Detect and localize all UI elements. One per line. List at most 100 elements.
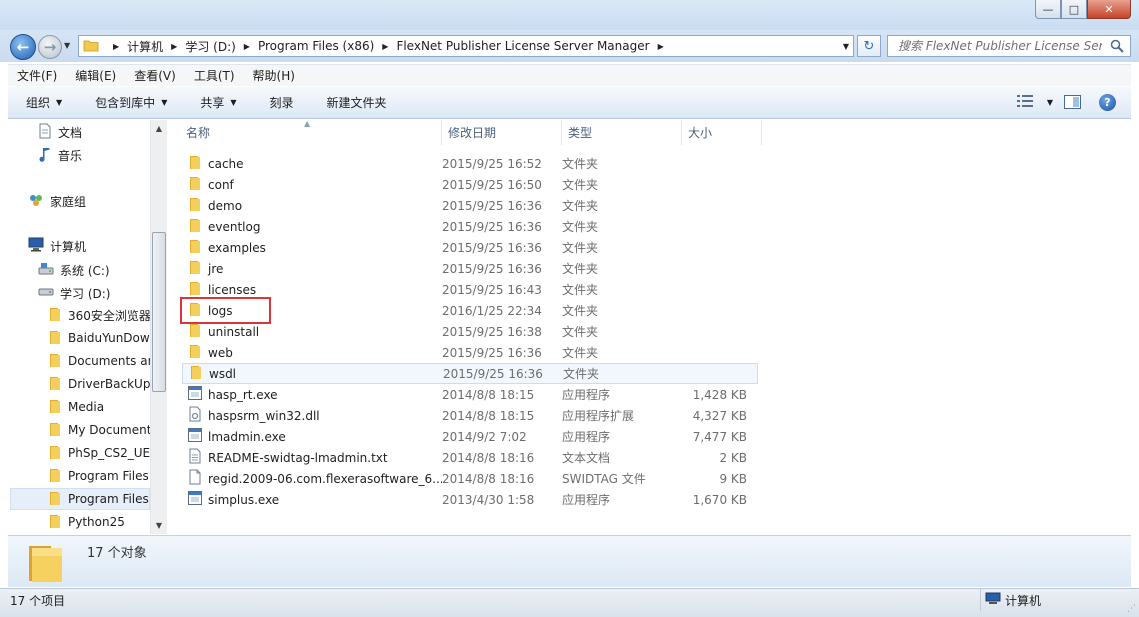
address-row: ← → ▼ ▶ 计算机 ▶ 学习 (D:) ▶ Program Files (x…: [0, 30, 1139, 62]
nav-item-label: BaiduYunDow: [68, 331, 150, 345]
nav-item-documents[interactable]: 文档: [38, 121, 166, 143]
text-file-icon: [188, 448, 202, 467]
nav-folder-item[interactable]: PhSp_CS2_UE_: [48, 442, 166, 464]
chevron-right-icon[interactable]: ▶: [244, 42, 250, 51]
nav-folder-item[interactable]: Documents ar: [48, 350, 166, 372]
file-type: 文件夹: [562, 241, 599, 255]
maximize-button[interactable]: □: [1061, 0, 1087, 19]
folder-icon: [48, 352, 62, 371]
file-row[interactable]: logs 2016/1/25 22:34 文件夹: [182, 300, 758, 321]
nav-item-label: 学习 (D:): [60, 286, 111, 301]
nav-folder-item[interactable]: Program Files: [48, 465, 166, 487]
file-row[interactable]: simplus.exe 2013/4/30 1:58 应用程序 1,670 KB: [182, 489, 758, 510]
scroll-down-icon[interactable]: ▼: [151, 517, 167, 534]
nav-item-homegroup[interactable]: 家庭组: [28, 190, 166, 212]
new-folder-button[interactable]: 新建文件夹: [309, 94, 402, 111]
file-row[interactable]: uninstall 2015/9/25 16:38 文件夹: [182, 321, 758, 342]
breadcrumb-item[interactable]: 学习 (D:): [185, 38, 235, 55]
scroll-up-icon[interactable]: ▲: [151, 120, 167, 137]
scrollbar-thumb[interactable]: [152, 232, 166, 392]
nav-folder-item[interactable]: BaiduYunDow: [48, 327, 166, 349]
file-row[interactable]: cache 2015/9/25 16:52 文件夹: [182, 153, 758, 174]
file-row[interactable]: licenses 2015/9/25 16:43 文件夹: [182, 279, 758, 300]
chevron-down-icon[interactable]: ▼: [1047, 98, 1053, 107]
chevron-right-icon[interactable]: ▶: [658, 42, 664, 51]
file-row[interactable]: README-swidtag-lmadmin.txt 2014/8/8 18:16…: [182, 447, 758, 468]
preview-pane-button[interactable]: [1064, 95, 1081, 112]
forward-button[interactable]: →: [38, 35, 62, 59]
column-header-type[interactable]: 类型: [562, 120, 682, 145]
file-row[interactable]: wsdl 2015/9/25 16:36 文件夹: [182, 363, 758, 384]
nav-item-label: Program Files: [68, 492, 149, 506]
file-row[interactable]: web 2015/9/25 16:36 文件夹: [182, 342, 758, 363]
nav-folder-item[interactable]: My Document: [48, 419, 166, 441]
search-box[interactable]: [887, 35, 1131, 57]
file-row[interactable]: conf 2015/9/25 16:50 文件夹: [182, 174, 758, 195]
view-options-button[interactable]: ▼: [1016, 95, 1053, 110]
nav-folder-item[interactable]: Python25: [48, 511, 166, 533]
menu-tools[interactable]: 工具(T): [185, 67, 244, 84]
recent-pages-dropdown-icon[interactable]: ▼: [64, 41, 70, 50]
breadcrumb-item[interactable]: FlexNet Publisher License Server Manager: [396, 39, 649, 53]
column-header-name[interactable]: 名称 ▲: [168, 119, 442, 145]
chevron-right-icon[interactable]: ▶: [113, 42, 119, 51]
file-date: 2014/8/8 18:16: [442, 471, 535, 486]
breadcrumb-item[interactable]: Program Files (x86): [258, 39, 374, 53]
file-row[interactable]: hasp_rt.exe 2014/8/8 18:15 应用程序 1,428 KB: [182, 384, 758, 405]
file-row[interactable]: demo 2015/9/25 16:36 文件夹: [182, 195, 758, 216]
share-button[interactable]: 共享 ▼: [182, 94, 251, 111]
file-row[interactable]: examples 2015/9/25 16:36 文件夹: [182, 237, 758, 258]
column-header-size[interactable]: 大小: [682, 120, 762, 145]
file-type: 文本文档: [562, 451, 611, 465]
file-size: 2 KB: [719, 450, 747, 465]
nav-item-computer[interactable]: 计算机: [28, 235, 166, 257]
nav-item-drive-c[interactable]: 系统 (C:): [38, 259, 166, 281]
column-headers: 名称 ▲ 修改日期 类型 大小: [168, 119, 1131, 145]
include-in-library-button[interactable]: 包含到库中 ▼: [77, 94, 182, 111]
menu-view[interactable]: 查看(V): [125, 67, 185, 84]
menu-help[interactable]: 帮助(H): [244, 67, 304, 84]
back-button[interactable]: ←: [10, 34, 36, 60]
nav-folder-item-selected[interactable]: Program Files: [10, 488, 150, 510]
navigation-scrollbar[interactable]: ▲ ▼: [150, 120, 167, 534]
nav-item-drive-d[interactable]: 学习 (D:): [38, 282, 166, 304]
file-name-cell: eventlog: [182, 217, 442, 236]
column-header-modified[interactable]: 修改日期: [442, 120, 562, 145]
chevron-right-icon[interactable]: ▶: [171, 42, 177, 51]
file-name: wsdl: [209, 366, 237, 381]
file-row[interactable]: lmadmin.exe 2014/9/2 7:02 应用程序 7,477 KB: [182, 426, 758, 447]
search-icon[interactable]: [1110, 39, 1124, 56]
nav-folder-item[interactable]: 360安全浏览器: [48, 304, 166, 326]
file-row[interactable]: haspsrm_win32.dll 2014/8/8 18:15 应用程序扩展 4,3…: [182, 405, 758, 426]
nav-item-music[interactable]: 音乐: [38, 144, 166, 166]
burn-button[interactable]: 刻录: [252, 94, 309, 111]
help-button[interactable]: ?: [1099, 94, 1116, 111]
close-button[interactable]: ✕: [1087, 0, 1131, 19]
file-row[interactable]: jre 2015/9/25 16:36 文件夹: [182, 258, 758, 279]
folder-icon: [48, 421, 62, 440]
navigation-pane: 文档 音乐 家庭组 计算机 系统 (C:) 学习 (D:) 360安全浏览器 B…: [8, 120, 166, 534]
minimize-button[interactable]: —: [1035, 0, 1061, 19]
breadcrumb-item[interactable]: 计算机: [127, 38, 163, 55]
file-row[interactable]: eventlog 2015/9/25 16:36 文件夹: [182, 216, 758, 237]
file-name-cell: simplus.exe: [182, 491, 442, 508]
file-date: 2015/9/25 16:38: [442, 324, 542, 339]
resize-grip-icon[interactable]: ⋰: [1127, 604, 1136, 614]
menu-file[interactable]: 文件(F): [8, 67, 66, 84]
nav-folder-item[interactable]: DriverBackUp: [48, 373, 166, 395]
nav-folder-item[interactable]: Media: [48, 396, 166, 418]
document-icon: [38, 123, 52, 142]
search-input[interactable]: [898, 39, 1102, 53]
nav-item-label: Documents ar: [68, 354, 153, 368]
chevron-right-icon[interactable]: ▶: [382, 42, 388, 51]
nav-item-label: 文档: [58, 125, 83, 140]
menu-edit[interactable]: 编辑(E): [66, 67, 125, 84]
refresh-button[interactable]: ↻: [857, 35, 881, 57]
address-dropdown-icon[interactable]: ▼: [839, 36, 853, 56]
folder-icon: [188, 343, 202, 362]
address-bar[interactable]: ▶ 计算机 ▶ 学习 (D:) ▶ Program Files (x86) ▶ …: [78, 35, 854, 57]
organize-label: 组织: [26, 96, 51, 110]
file-row[interactable]: regid.2009-06.com.flexerasoftware_6... 20…: [182, 468, 758, 489]
dll-icon: [188, 406, 202, 425]
organize-button[interactable]: 组织 ▼: [8, 94, 77, 111]
